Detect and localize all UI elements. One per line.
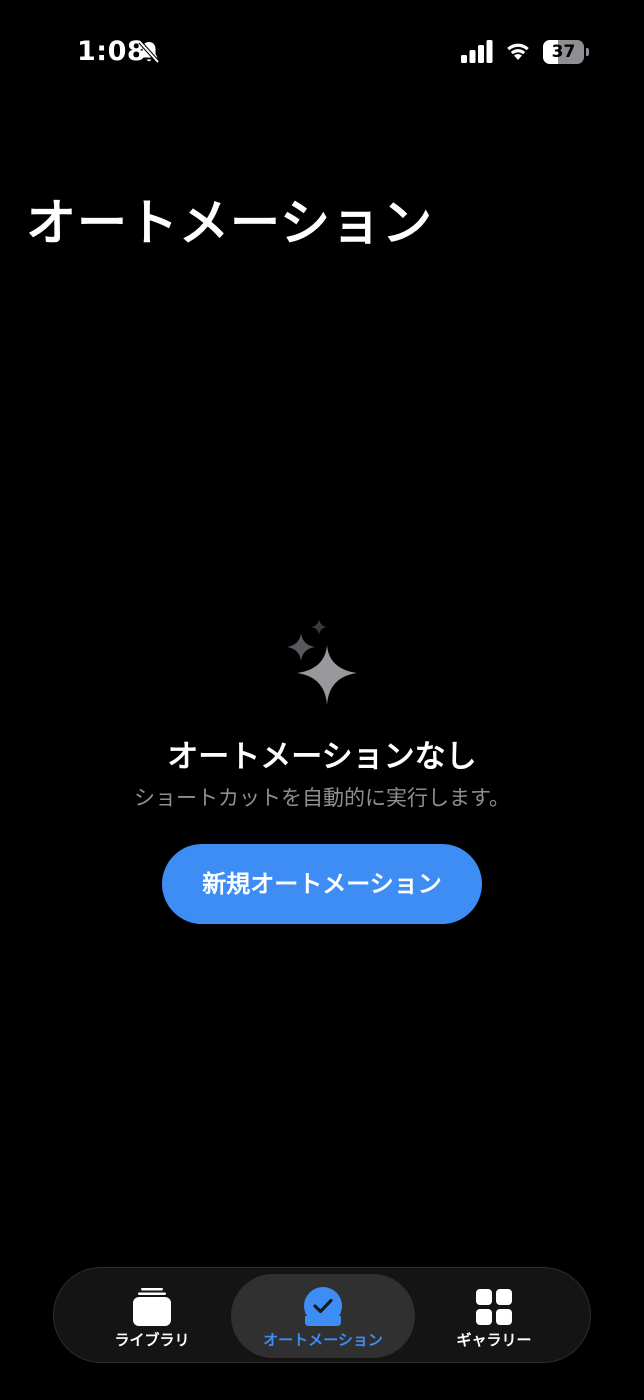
- sparkles-icon: [287, 619, 357, 705]
- tab-label-gallery: ギャラリー: [456, 1331, 532, 1349]
- bell-slash-icon: [138, 40, 160, 64]
- tab-gallery[interactable]: ギャラリー: [402, 1274, 586, 1358]
- tab-label-automation: オートメーション: [263, 1331, 383, 1349]
- tab-label-library: ライブラリ: [114, 1331, 190, 1349]
- tab-bar: ライブラリ オートメーション ギャラリー: [53, 1267, 591, 1363]
- tab-library[interactable]: ライブラリ: [60, 1274, 244, 1358]
- tab-automation[interactable]: オートメーション: [231, 1274, 415, 1358]
- battery-level: 37: [551, 42, 576, 62]
- battery-icon: 37: [543, 40, 590, 64]
- battery-cap: [586, 48, 589, 56]
- empty-state-title: オートメーションなし: [167, 739, 477, 775]
- gallery-grid-icon: [476, 1289, 512, 1325]
- battery-body: 37: [543, 40, 584, 64]
- library-stack-icon: [133, 1288, 171, 1326]
- wifi-icon: [507, 43, 529, 60]
- automation-clock-icon: [304, 1287, 342, 1326]
- empty-state-subtitle: ショートカットを自動的に実行します。: [134, 786, 510, 810]
- page-title: オートメーション: [26, 194, 433, 252]
- status-bar: 1:08 37: [0, 0, 644, 100]
- signal-icon: [461, 40, 493, 63]
- new-automation-button[interactable]: 新規オートメーション: [162, 844, 482, 924]
